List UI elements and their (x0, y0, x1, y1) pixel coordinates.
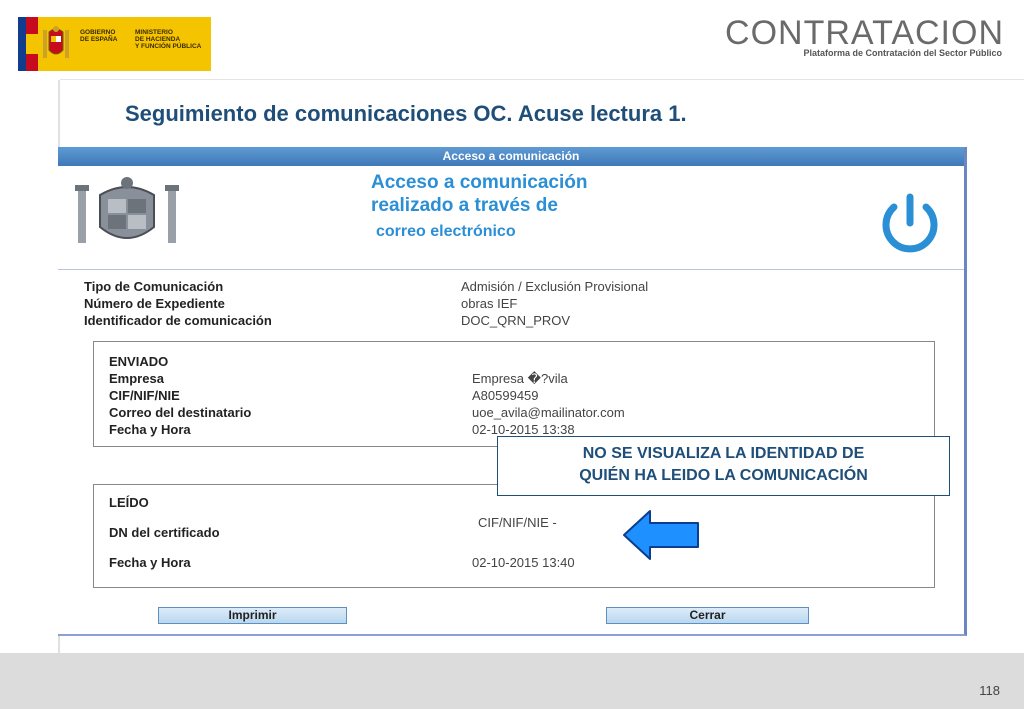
flag-icon (18, 17, 38, 71)
power-icon[interactable] (868, 193, 952, 253)
left-arrow-icon (622, 509, 700, 561)
slide-title: Seguimiento de comunicaciones OC. Acuse … (125, 101, 687, 126)
cif-value: A80599459 (472, 388, 539, 403)
identificador-value: DOC_QRN_PROV (461, 313, 571, 328)
expediente-value: obras IEF (461, 296, 518, 311)
tipo-label: Tipo de Comunicación (84, 279, 224, 294)
header-separator (58, 269, 964, 270)
empresa-label: Empresa (109, 371, 164, 386)
access-subheading: correo electrónico (376, 223, 516, 240)
page-number: 118 (979, 683, 1000, 698)
gobierno-text: GOBIERNO DE ESPAÑA (80, 29, 118, 43)
coat-of-arms-icon (70, 175, 184, 249)
print-button[interactable]: Imprimir (158, 607, 347, 624)
close-button[interactable]: Cerrar (606, 607, 809, 624)
identificador-label: Identificador de comunicación (84, 313, 272, 328)
notice-callout: NO SE VISUALIZA LA IDENTIDAD DE QUIÉN HA… (497, 436, 950, 496)
fecha-leido-label: Fecha y Hora (109, 555, 191, 570)
enviado-title: ENVIADO (109, 354, 169, 369)
header-divider (60, 79, 1024, 80)
expediente-label: Número de Expediente (84, 296, 225, 311)
dn-value: CIF/NIF/NIE - (478, 515, 557, 530)
fecha-leido-value: 02-10-2015 13:40 (472, 555, 575, 570)
access-heading: Acceso a comunicación realizado a través… (371, 172, 588, 216)
coat-of-arms-icon (38, 17, 74, 71)
correo-label: Correo del destinatario (109, 405, 252, 420)
window-titlebar: Acceso a comunicación (58, 147, 964, 166)
fecha-enviado-value: 02-10-2015 13:38 (472, 422, 575, 437)
dn-label: DN del certificado (109, 525, 220, 540)
leido-section: LEÍDO DN del certificado CIF/NIF/NIE - F… (93, 484, 935, 588)
footer-bar (0, 653, 1024, 709)
communication-window: Acceso a comunicación Acceso a comunicac… (58, 147, 967, 636)
tipo-value: Admisión / Exclusión Provisional (461, 279, 649, 294)
cif-label: CIF/NIF/NIE (109, 388, 180, 403)
contratacion-subtitle: Plataforma de Contratación del Sector Pú… (803, 48, 1002, 58)
enviado-section: ENVIADO Empresa Empresa �?vila CIF/NIF/N… (93, 341, 935, 447)
empresa-value: Empresa �?vila (472, 371, 568, 386)
gobierno-logo: GOBIERNO DE ESPAÑA MINISTERIO DE HACIEND… (18, 17, 211, 71)
fecha-enviado-label: Fecha y Hora (109, 422, 191, 437)
correo-value: uoe_avila@mailinator.com (472, 405, 625, 420)
leido-title: LEÍDO (109, 495, 149, 510)
ministerio-text: MINISTERIO DE HACIENDA Y FUNCIÓN PÚBLICA (135, 29, 202, 50)
